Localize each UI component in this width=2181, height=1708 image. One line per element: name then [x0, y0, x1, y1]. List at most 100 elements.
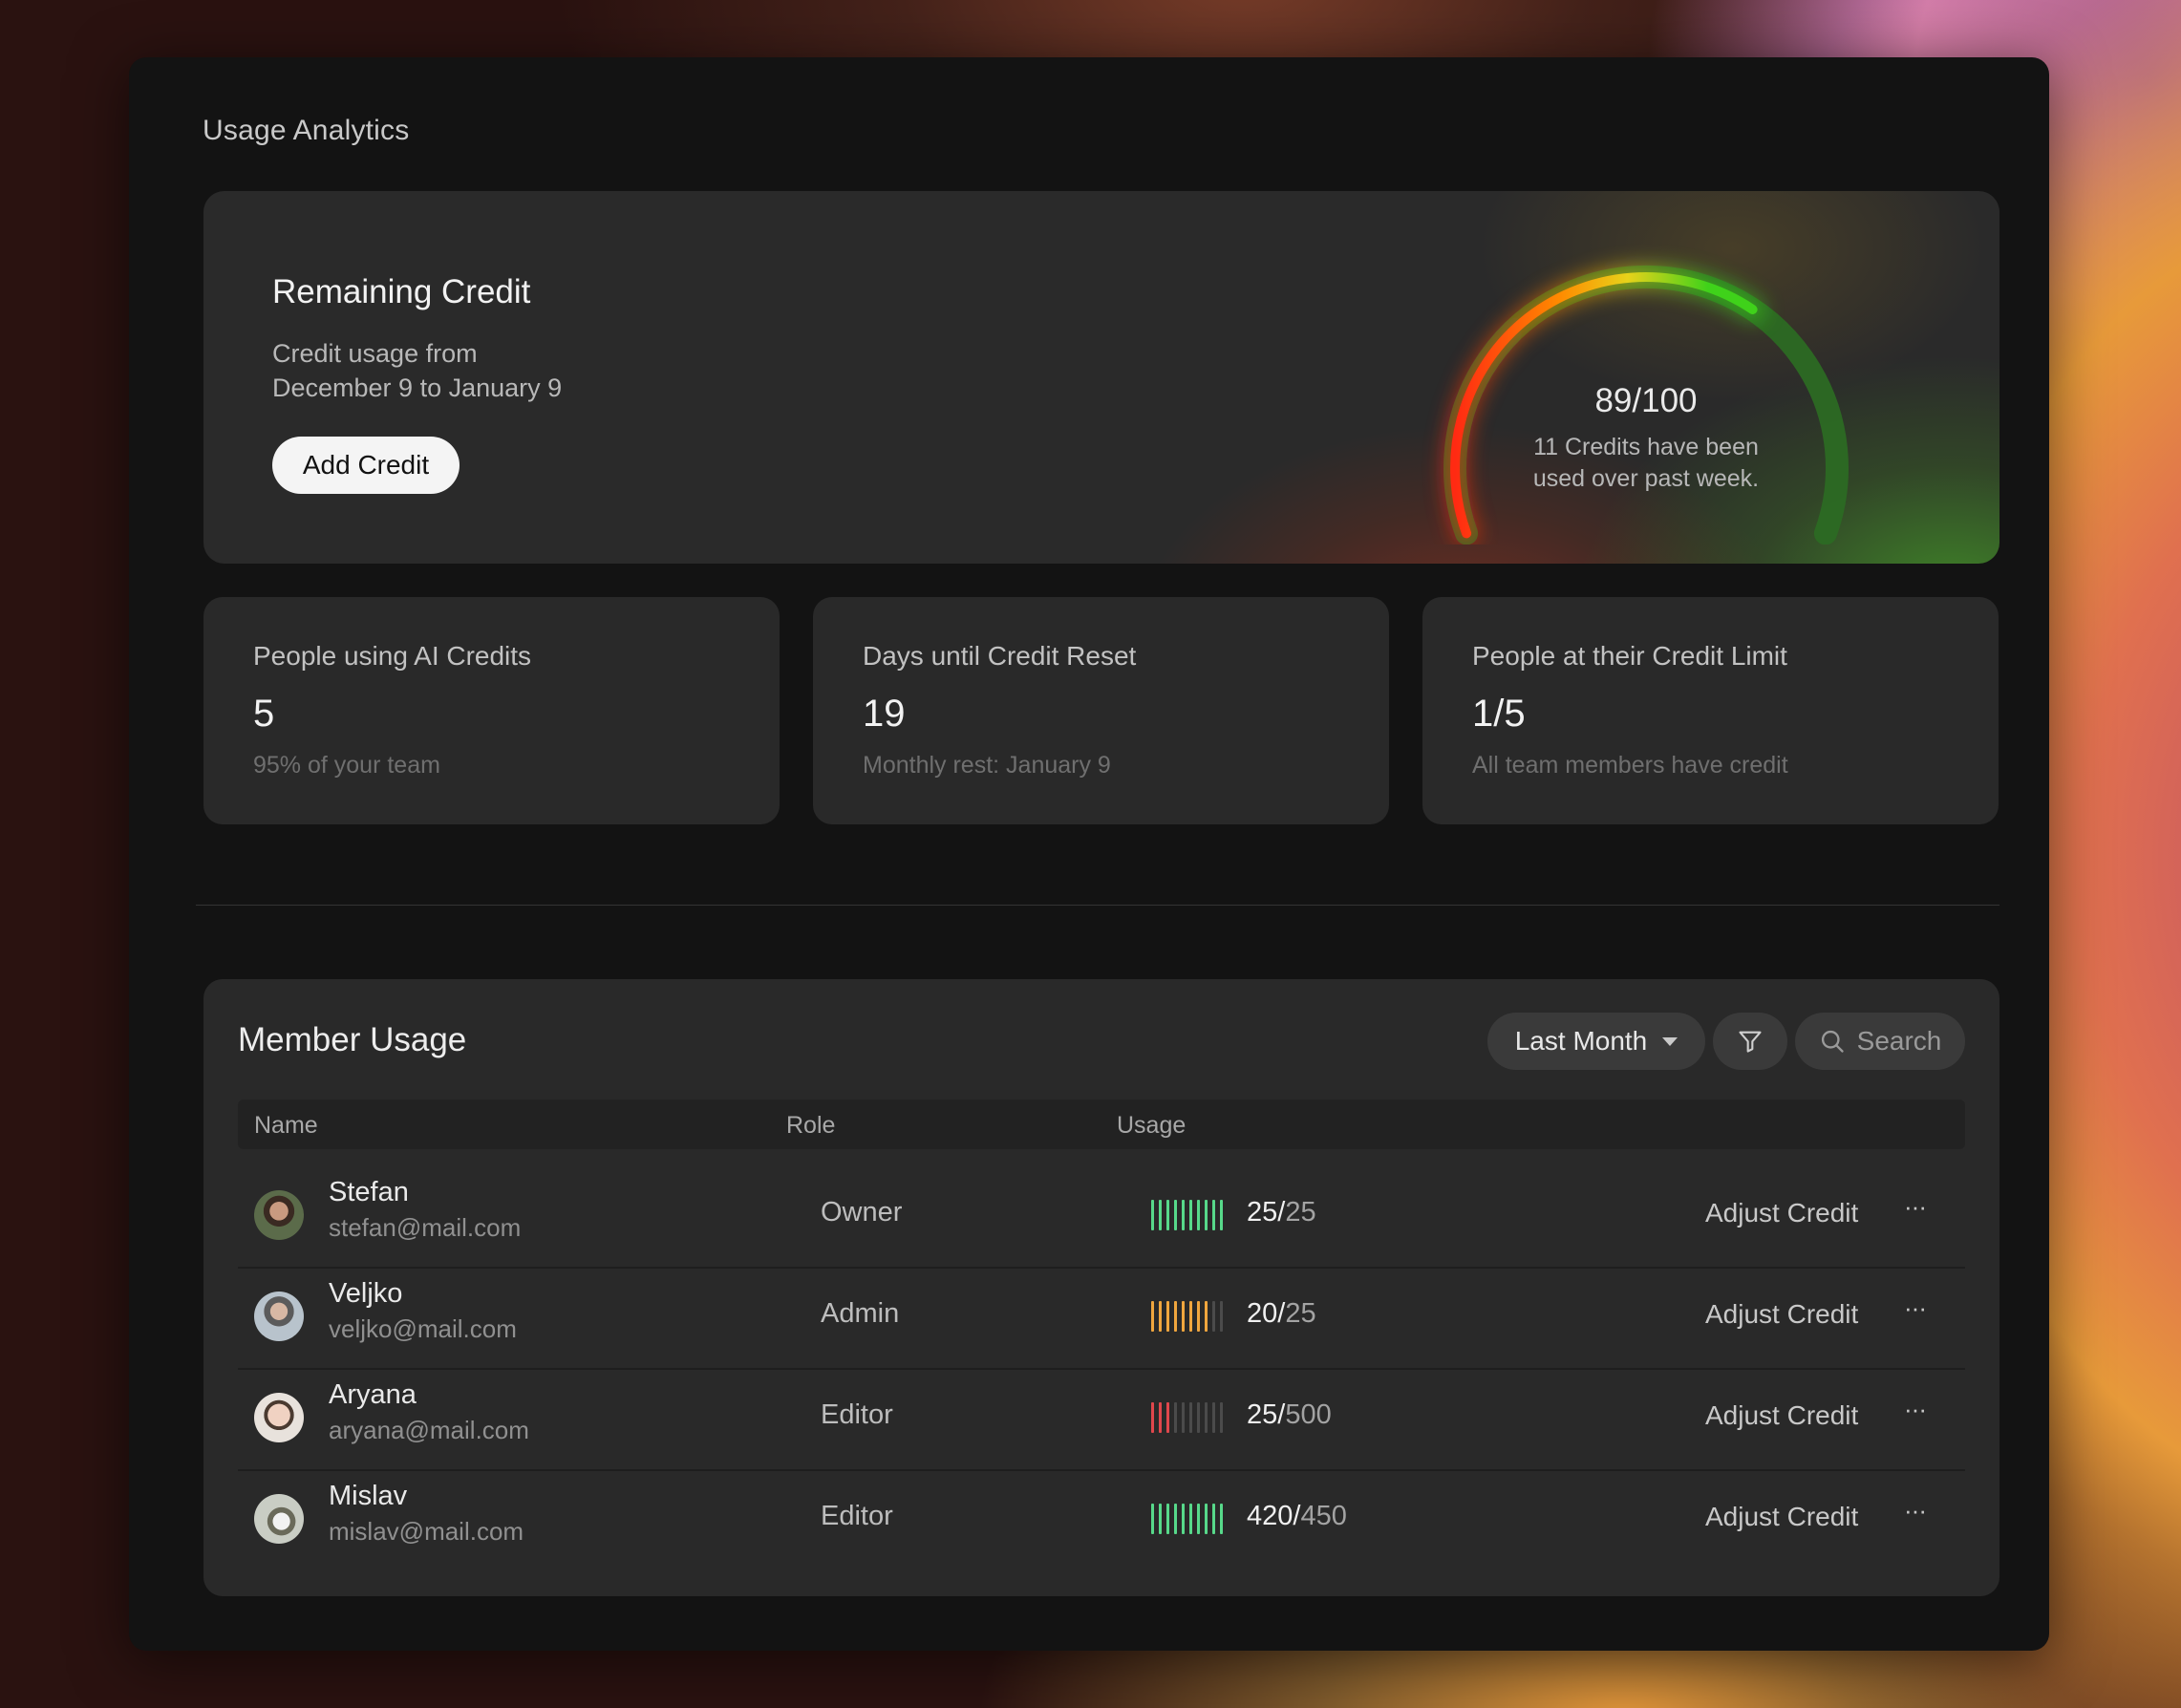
table-row: Veljko veljko@mail.com Admin 20/25 Adjus… — [238, 1267, 1965, 1370]
stat-label: Days until Credit Reset — [863, 641, 1137, 671]
credit-usage-period: Credit usage from December 9 to January … — [272, 336, 562, 405]
usage-value: 20/25 — [1247, 1298, 1316, 1329]
stat-subtext: 95% of your team — [253, 752, 440, 779]
usage-value: 420/450 — [1247, 1501, 1347, 1531]
period-dropdown[interactable]: Last Month — [1487, 1013, 1705, 1070]
stat-card-credit-limit: People at their Credit Limit 1/5 All tea… — [1422, 597, 1999, 824]
member-name: Stefan — [329, 1177, 409, 1207]
member-role: Editor — [821, 1399, 893, 1430]
gauge-caption-line1: 11 Credits have been — [1533, 434, 1759, 460]
more-options-icon[interactable]: ··· — [1904, 1293, 1927, 1323]
member-email: veljko@mail.com — [329, 1314, 517, 1343]
usage-bar-segment — [1174, 1402, 1177, 1433]
usage-bar-segment — [1220, 1301, 1223, 1332]
usage-bar-segment — [1189, 1301, 1192, 1332]
member-usage-card: Member Usage Last Month Search Name Role… — [203, 979, 1999, 1596]
filter-button[interactable] — [1713, 1013, 1787, 1070]
stat-value: 5 — [253, 693, 275, 735]
more-options-icon[interactable]: ··· — [1904, 1496, 1927, 1526]
member-role: Owner — [821, 1197, 903, 1228]
more-options-icon[interactable]: ··· — [1904, 1192, 1927, 1222]
stat-subtext: Monthly rest: January 9 — [863, 752, 1111, 779]
add-credit-button[interactable]: Add Credit — [272, 437, 460, 494]
usage-bar-segment — [1174, 1301, 1177, 1332]
usage-bar-segment — [1166, 1504, 1169, 1534]
stat-subtext: All team members have credit — [1472, 752, 1788, 779]
usage-bar-segment — [1189, 1200, 1192, 1230]
remaining-credit-title: Remaining Credit — [272, 273, 531, 310]
usage-bar-segment — [1205, 1504, 1208, 1534]
usage-total: 450 — [1300, 1501, 1347, 1531]
credit-usage-period-line1: Credit usage from — [272, 339, 478, 368]
usage-bar-segment — [1166, 1301, 1169, 1332]
usage-bar — [1151, 1200, 1223, 1230]
search-input[interactable]: Search — [1795, 1013, 1965, 1070]
usage-bar-segment — [1197, 1402, 1200, 1433]
stat-card-people-using: People using AI Credits 5 95% of your te… — [203, 597, 780, 824]
usage-bar-segment — [1151, 1200, 1154, 1230]
usage-bar-segment — [1182, 1402, 1185, 1433]
usage-bar-segment — [1189, 1504, 1192, 1534]
search-icon — [1821, 1030, 1844, 1053]
table-header: Name Role Usage — [238, 1100, 1965, 1149]
usage-total: 500 — [1285, 1399, 1332, 1430]
usage-total: 25 — [1285, 1197, 1316, 1228]
chevron-down-icon — [1662, 1036, 1679, 1046]
usage-bar-segment — [1197, 1301, 1200, 1332]
usage-bar-segment — [1212, 1301, 1215, 1332]
usage-bar — [1151, 1301, 1223, 1332]
member-email: aryana@mail.com — [329, 1416, 529, 1444]
usage-bar-segment — [1159, 1200, 1162, 1230]
member-email: mislav@mail.com — [329, 1517, 524, 1546]
period-dropdown-label: Last Month — [1514, 1026, 1648, 1056]
usage-bar-segment — [1205, 1200, 1208, 1230]
usage-used: 420 — [1247, 1501, 1294, 1531]
usage-bar-segment — [1159, 1504, 1162, 1534]
usage-bar-segment — [1212, 1504, 1215, 1534]
stat-label: People using AI Credits — [253, 641, 532, 671]
usage-bar-segment — [1205, 1301, 1208, 1332]
member-name: Aryana — [329, 1379, 417, 1410]
avatar — [254, 1190, 304, 1240]
usage-bar-segment — [1151, 1301, 1154, 1332]
member-name: Veljko — [329, 1278, 403, 1309]
column-header-role: Role — [786, 1112, 836, 1139]
usage-bar-segment — [1205, 1402, 1208, 1433]
table-row: Mislav mislav@mail.com Editor 420/450 Ad… — [238, 1469, 1965, 1570]
usage-bar-segment — [1166, 1200, 1169, 1230]
usage-bar-segment — [1220, 1200, 1223, 1230]
page-title: Usage Analytics — [203, 115, 410, 146]
usage-bar-segment — [1174, 1504, 1177, 1534]
usage-value: 25/500 — [1247, 1399, 1332, 1430]
usage-used: 25 — [1247, 1197, 1278, 1228]
member-role: Admin — [821, 1298, 900, 1329]
more-options-icon[interactable]: ··· — [1904, 1395, 1927, 1424]
member-email: stefan@mail.com — [329, 1213, 522, 1242]
stat-card-days-until-reset: Days until Credit Reset 19 Monthly rest:… — [813, 597, 1389, 824]
usage-bar-segment — [1159, 1402, 1162, 1433]
adjust-credit-button[interactable]: Adjust Credit — [1705, 1400, 1858, 1431]
adjust-credit-button[interactable]: Adjust Credit — [1705, 1502, 1858, 1532]
usage-used: 20 — [1247, 1298, 1278, 1329]
usage-bar-segment — [1220, 1504, 1223, 1534]
usage-bar-segment — [1197, 1200, 1200, 1230]
filter-icon — [1739, 1031, 1762, 1053]
member-name: Mislav — [329, 1481, 408, 1511]
adjust-credit-button[interactable]: Adjust Credit — [1705, 1299, 1858, 1330]
usage-value: 25/25 — [1247, 1197, 1316, 1228]
search-placeholder: Search — [1856, 1026, 1942, 1056]
table-row: Aryana aryana@mail.com Editor 25/500 Adj… — [238, 1368, 1965, 1471]
avatar — [254, 1494, 304, 1544]
usage-total: 25 — [1285, 1298, 1316, 1329]
gauge-value: 89/100 — [1594, 382, 1698, 419]
usage-bar-segment — [1212, 1200, 1215, 1230]
usage-bar-segment — [1151, 1402, 1154, 1433]
section-divider — [196, 905, 1999, 906]
usage-bar — [1151, 1402, 1223, 1433]
adjust-credit-button[interactable]: Adjust Credit — [1705, 1198, 1858, 1228]
gauge-caption-line2: used over past week. — [1532, 465, 1760, 492]
stat-label: People at their Credit Limit — [1472, 641, 1787, 671]
usage-bar — [1151, 1504, 1223, 1534]
usage-bar-segment — [1197, 1504, 1200, 1534]
member-usage-title: Member Usage — [238, 1021, 467, 1058]
